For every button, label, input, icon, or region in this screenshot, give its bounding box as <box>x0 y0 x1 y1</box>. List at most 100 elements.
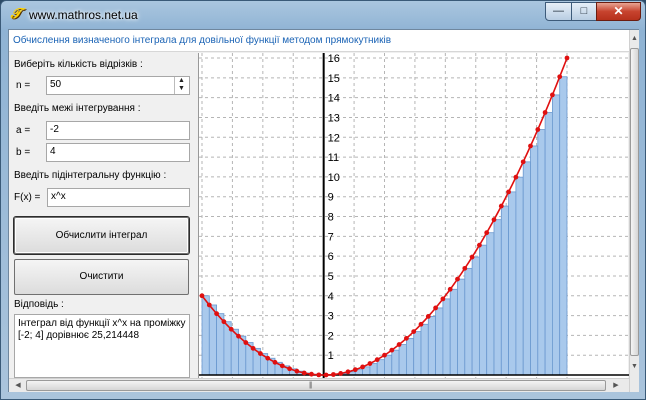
sample-point <box>411 329 417 335</box>
f-label: F(x) = <box>14 192 41 203</box>
b-input[interactable]: 4 <box>46 143 190 162</box>
rectangle-bar <box>551 94 561 376</box>
n-stepper[interactable]: 50 <box>46 76 190 95</box>
y-tick-label: 3 <box>328 311 334 323</box>
y-tick-label: 7 <box>328 231 334 243</box>
rectangle-bar <box>398 344 407 376</box>
n-section-label: Виберіть кількість відрізків : <box>14 59 143 70</box>
sample-point <box>440 296 446 302</box>
sample-point <box>272 359 278 365</box>
rectangle-bar <box>486 232 495 376</box>
rectangle-bar <box>478 244 488 376</box>
sample-point <box>352 367 358 373</box>
a-input[interactable]: -2 <box>46 121 190 140</box>
clear-button[interactable]: Очистити <box>14 259 189 295</box>
rectangle-bar <box>457 278 466 376</box>
rectangle-bar <box>464 267 473 376</box>
spin-down-icon[interactable]: ▼ <box>175 85 188 93</box>
y-tick-label: 16 <box>328 53 340 65</box>
n-label: n = <box>16 80 31 91</box>
scroll-down-icon[interactable]: ▼ <box>630 360 639 374</box>
bounds-section-label: Введіть межі інтегрування : <box>14 103 141 114</box>
y-tick-label: 12 <box>328 132 340 144</box>
sample-point <box>477 242 482 248</box>
rectangle-bar <box>530 145 539 376</box>
sample-point <box>396 342 402 347</box>
sample-point <box>301 370 307 376</box>
horizontal-scrollbar[interactable]: ◀ ||| ▶ <box>9 378 629 392</box>
y-tick-label: 4 <box>328 291 334 303</box>
scroll-left-icon[interactable]: ◀ <box>11 379 25 392</box>
sample-point <box>214 311 219 317</box>
rectangle-bar <box>500 205 509 376</box>
sample-point <box>250 345 256 351</box>
sample-point <box>228 326 234 332</box>
sample-point <box>265 355 271 361</box>
sample-point <box>367 361 373 366</box>
app-logo-icon: 𝒯 <box>10 7 22 22</box>
minimize-button[interactable]: — <box>545 2 572 21</box>
y-tick-label: 8 <box>328 212 334 224</box>
sample-point <box>462 265 468 271</box>
y-tick-label: 14 <box>328 93 340 105</box>
sample-point <box>338 371 344 376</box>
chart-area: 1 2 3 4 5 6 7 8 9 10 11 12 13 14 15 16 <box>198 53 629 378</box>
y-tick-label: 13 <box>328 112 340 124</box>
function-input[interactable]: x^x <box>47 188 190 207</box>
sample-point <box>206 302 212 308</box>
sample-point <box>199 293 205 299</box>
calculate-button[interactable]: Обчислити інтеграл <box>14 217 189 254</box>
y-tick-label: 2 <box>328 330 334 342</box>
sample-point <box>258 351 263 356</box>
scroll-right-icon[interactable]: ▶ <box>609 379 623 392</box>
spin-up-icon[interactable]: ▲ <box>175 77 188 85</box>
sample-point <box>418 321 424 327</box>
y-tick-label: 15 <box>328 73 340 85</box>
answer-box[interactable]: Інтеграл від функції x^x на проміжку [-2… <box>14 314 190 378</box>
title-bar[interactable]: 𝒯 www.mathros.net.ua — □ ✕ <box>1 1 645 29</box>
sample-point <box>294 368 300 374</box>
rectangle-bar <box>391 349 400 376</box>
integral-chart: 12345678910111213141516 <box>199 53 629 378</box>
maximize-button[interactable]: □ <box>571 2 597 21</box>
sample-point <box>425 313 431 319</box>
rectangle-bar <box>442 298 451 376</box>
sample-point <box>345 369 351 375</box>
rectangle-bar <box>471 256 480 376</box>
sample-point <box>374 357 380 363</box>
close-button[interactable]: ✕ <box>596 2 641 21</box>
sample-point <box>279 363 285 369</box>
vertical-scroll-thumb[interactable] <box>630 48 639 356</box>
y-tick-label: 1 <box>328 350 334 362</box>
func-section-label: Введіть підінтегральну функцію : <box>14 170 167 181</box>
rectangle-bar <box>544 112 553 376</box>
sample-point <box>469 254 475 260</box>
y-tick-label: 6 <box>328 251 334 263</box>
sample-point <box>243 340 249 345</box>
y-tick-label: 10 <box>328 172 340 184</box>
sample-point <box>564 55 570 61</box>
sample-point <box>484 230 490 236</box>
scroll-grip-icon: ||| <box>309 382 313 389</box>
a-label: a = <box>16 125 31 136</box>
sample-point <box>542 110 548 115</box>
rectangle-bar <box>420 323 429 376</box>
rectangle-bar <box>559 76 568 376</box>
sample-point <box>221 319 227 325</box>
page-title: Обчислення визначеного інтеграла для дов… <box>13 35 392 46</box>
rectangle-bar <box>413 331 422 376</box>
y-tick-label: 11 <box>328 152 339 164</box>
sample-point <box>455 276 460 282</box>
app-window: 𝒯 www.mathros.net.ua — □ ✕ Обчислення ви… <box>0 0 646 400</box>
horizontal-scroll-thumb[interactable]: ||| <box>26 380 606 391</box>
sample-point <box>309 371 314 377</box>
n-spinner[interactable]: ▲ ▼ <box>174 77 188 94</box>
sample-point <box>323 372 329 378</box>
sample-point <box>550 92 555 98</box>
vertical-scrollbar[interactable]: ▲ ▼ <box>629 30 639 392</box>
answer-label: Відповідь : <box>14 299 64 310</box>
sample-point <box>528 143 533 149</box>
y-tick-label: 5 <box>328 271 334 283</box>
rectangle-bar <box>201 295 210 376</box>
scroll-up-icon[interactable]: ▲ <box>630 32 639 46</box>
